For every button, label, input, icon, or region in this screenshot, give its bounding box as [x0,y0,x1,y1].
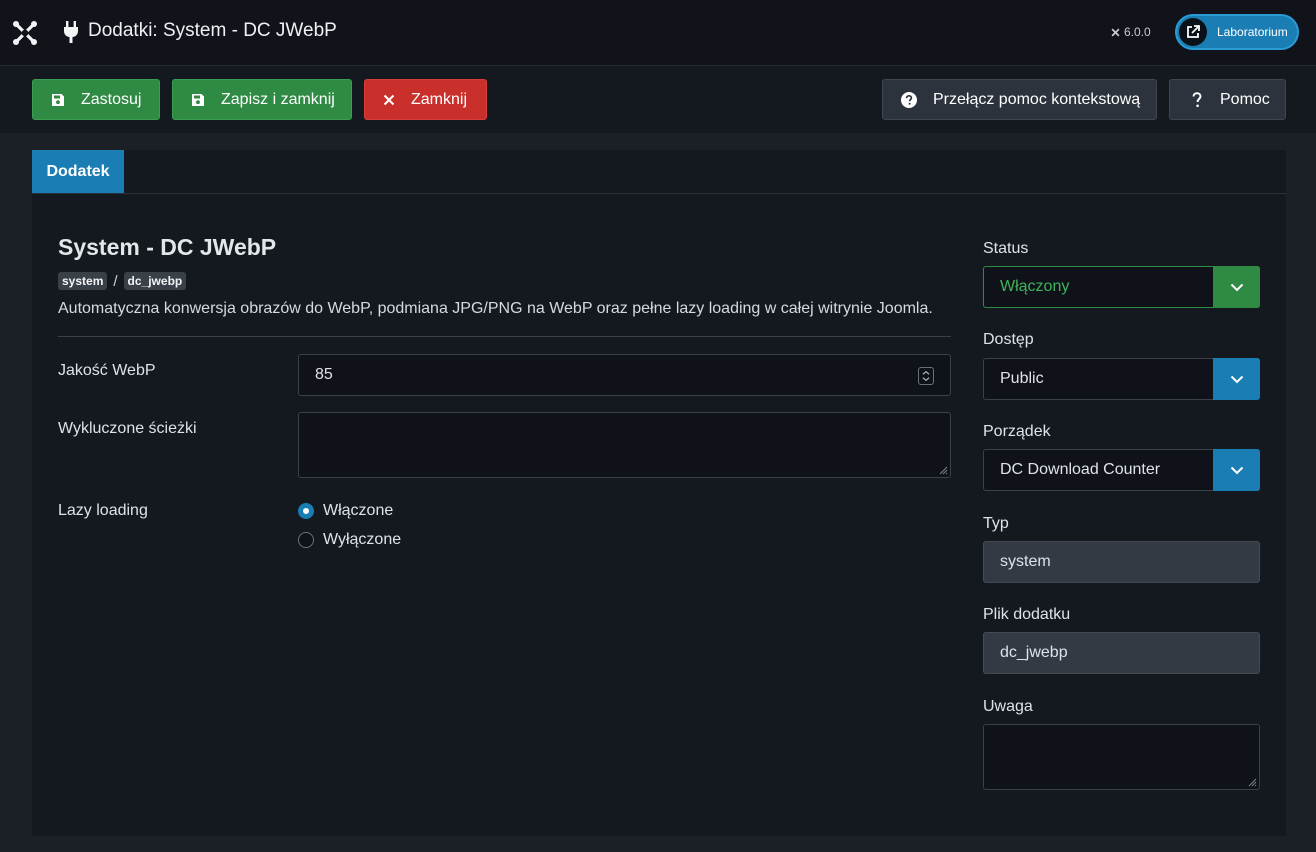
save-icon [192,93,204,106]
joomla-logo-icon[interactable] [12,20,38,46]
help-label: Pomoc [1220,90,1270,108]
plugin-file-value: dc_jwebp [1000,644,1068,661]
note-textarea[interactable] [983,724,1260,790]
plug-icon [64,21,78,43]
version-indicator: 6.0.0 [1110,25,1151,39]
divider [58,336,951,337]
save-icon [52,93,64,106]
version-text: 6.0.0 [1124,25,1151,39]
view-site-label: Laboratorium [1217,25,1288,39]
lazy-loading-on-option[interactable]: Włączone [298,502,393,520]
radio-unchecked[interactable] [298,532,314,548]
tab-bar: Dodatek [32,150,1286,194]
excluded-paths-textarea[interactable] [298,412,951,478]
resize-handle-icon[interactable] [939,466,948,475]
plugin-edit-card: Dodatek System - DC JWebP system / dc_jw… [32,150,1286,836]
quality-value: 85 [315,366,333,383]
toggle-help-label: Przełącz pomoc kontekstową [933,90,1141,108]
lazy-loading-off-option[interactable]: Wyłączone [298,531,401,549]
folder-badge: system [58,272,108,290]
type-field: system [983,541,1260,583]
element-badge: dc_jwebp [123,272,187,290]
ordering-label: Porządek [983,423,1051,440]
apply-label: Zastosuj [81,90,142,108]
type-label: Typ [983,515,1009,532]
plugin-name: System - DC JWebP [58,234,277,260]
header: Dodatki: System - DC JWebP 6.0.0 Laborat… [0,0,1316,66]
status-label: Status [983,240,1029,257]
help-button[interactable]: Pomoc [1169,79,1286,120]
spinner-icon[interactable] [918,367,934,385]
page-title: Dodatki: System - DC JWebP [88,20,337,41]
chevron-down-icon [1213,266,1260,308]
status-value: Włączony [1000,278,1070,295]
lazy-loading-off-label: Wyłączone [323,531,402,548]
save-close-button[interactable]: Zapisz i zamknij [172,79,352,120]
lazy-loading-label: Lazy loading [58,502,148,519]
apply-button[interactable]: Zastosuj [32,79,160,120]
note-label: Uwaga [983,698,1033,715]
close-button[interactable]: Zamknij [364,79,487,120]
toolbar: Zastosuj Zapisz i zamknij Zamknij Przełą… [0,66,1316,133]
plugin-path: system / dc_jwebp [58,272,187,290]
joomla-small-icon [1111,28,1120,36]
access-select[interactable]: Public [983,358,1260,400]
question-circle-icon [901,91,917,108]
toggle-help-button[interactable]: Przełącz pomoc kontekstową [882,79,1157,120]
close-label: Zamknij [411,90,468,108]
save-close-label: Zapisz i zamknij [221,90,335,108]
resize-handle-icon[interactable] [1248,778,1257,787]
path-separator: / [113,272,118,290]
ordering-value: DC Download Counter [1000,461,1161,478]
access-label: Dostęp [983,331,1034,348]
radio-checked[interactable] [298,503,314,519]
status-select[interactable]: Włączony [983,266,1260,308]
excluded-paths-label: Wykluczone ścieżki [58,420,197,437]
chevron-down-icon [1213,358,1260,400]
lazy-loading-on-label: Włączone [323,502,394,519]
quality-label: Jakość WebP [58,362,156,379]
close-icon [383,94,395,105]
view-site-button[interactable]: Laboratorium [1175,14,1299,50]
quality-input[interactable]: 85 [298,354,951,396]
plugin-file-field: dc_jwebp [983,632,1260,674]
external-link-icon [1179,18,1207,46]
access-value: Public [1000,370,1044,387]
plugin-description: Automatyczna konwersja obrazów do WebP, … [58,300,933,317]
tab-plugin[interactable]: Dodatek [32,150,124,193]
plugin-file-label: Plik dodatku [983,606,1071,623]
type-value: system [1000,553,1051,570]
ordering-select[interactable]: DC Download Counter [983,449,1260,491]
chevron-down-icon [1213,449,1260,491]
question-icon [1192,91,1202,107]
